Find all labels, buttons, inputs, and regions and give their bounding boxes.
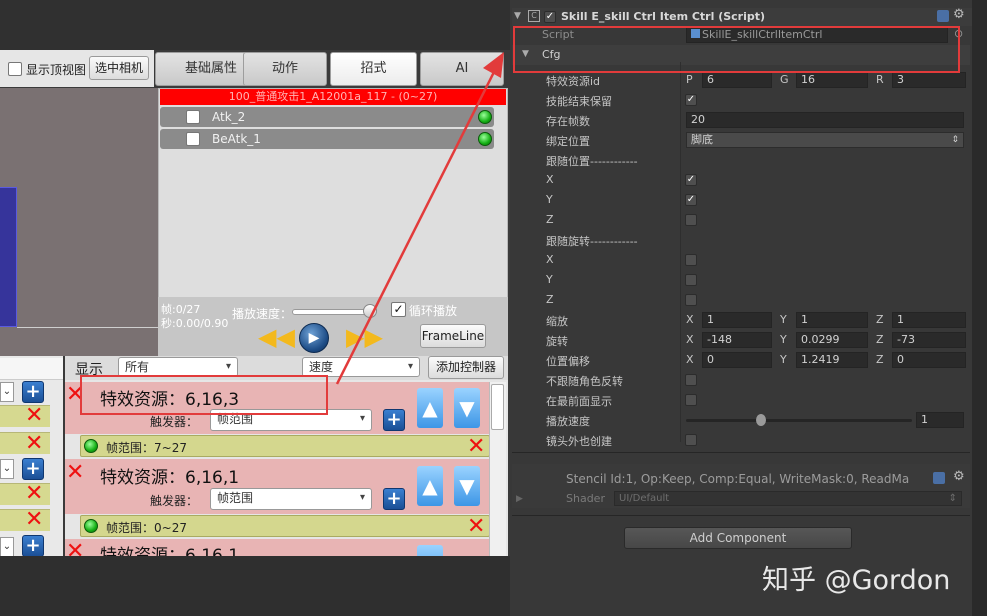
watermark: 知乎 @Gordon: [762, 565, 951, 596]
arrow-line: [335, 67, 498, 385]
annotation-arrow: [335, 52, 504, 385]
